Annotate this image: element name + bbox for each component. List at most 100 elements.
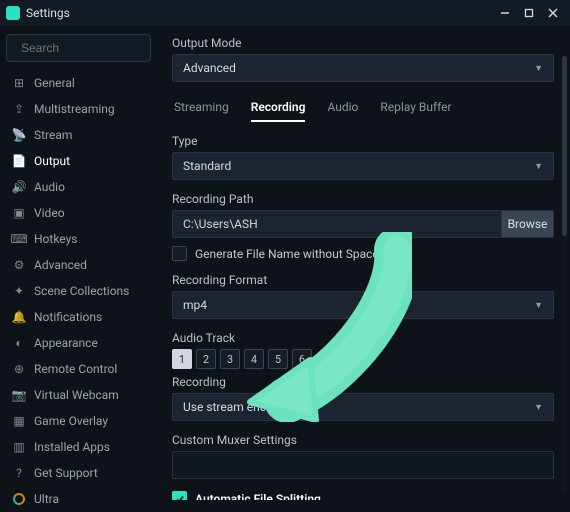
recording-format-label: Recording Format	[172, 273, 554, 287]
type-label: Type	[172, 134, 554, 148]
recording-path-label: Recording Path	[172, 192, 554, 206]
titlebar: Settings	[0, 0, 570, 26]
output-mode-dropdown[interactable]: Advanced ▼	[172, 54, 554, 82]
sidebar-icon: 📷	[12, 388, 26, 402]
search-input[interactable]	[21, 41, 176, 55]
audio-track-6[interactable]: 6	[292, 349, 312, 369]
sidebar-item-label: Notifications	[34, 310, 102, 324]
sidebar-item-label: Advanced	[34, 258, 87, 272]
sidebar-item-label: Output	[34, 154, 70, 168]
tab-replay-buffer[interactable]: Replay Buffer	[380, 100, 451, 122]
type-dropdown[interactable]: Standard ▼	[172, 152, 554, 180]
audio-track-label: Audio Track	[172, 331, 554, 345]
audio-track-5[interactable]: 5	[268, 349, 288, 369]
sidebar-icon: ▣	[12, 206, 26, 220]
sidebar-icon: ⇪	[12, 102, 26, 116]
sidebar-icon: ▥	[12, 440, 26, 454]
sidebar-item-audio[interactable]: 🔊 Audio	[6, 174, 151, 200]
sidebar-item-video[interactable]: ▣ Video	[6, 200, 151, 226]
sidebar-icon: ⌨	[12, 232, 26, 246]
sidebar-icon: ⊕	[12, 362, 26, 376]
sidebar-icon: 📡	[12, 128, 26, 142]
sidebar-item-label: Remote Control	[34, 362, 117, 376]
sidebar: ⊞ General ⇪ Multistreaming 📡 Stream 📄 Output 🔊 Au…	[0, 26, 158, 500]
sidebar-item-label: Stream	[34, 128, 72, 142]
sidebar-item-hotkeys[interactable]: ⌨ Hotkeys	[6, 226, 151, 252]
tab-streaming[interactable]: Streaming	[174, 100, 229, 122]
sidebar-item-remote-control[interactable]: ⊕ Remote Control	[6, 356, 151, 382]
recording-format-dropdown[interactable]: mp4 ▼	[172, 291, 554, 319]
automatic-file-splitting-checkbox[interactable]	[172, 491, 187, 500]
output-mode-value: Advanced	[183, 61, 236, 75]
custom-muxer-input[interactable]	[172, 451, 554, 479]
audio-track-3[interactable]: 3	[220, 349, 240, 369]
recording-encoder-dropdown[interactable]: Use stream encoder ▼	[172, 393, 554, 421]
recording-format-value: mp4	[183, 298, 207, 312]
sidebar-item-label: Get Support	[34, 466, 98, 480]
generate-no-space-checkbox[interactable]	[172, 246, 187, 261]
search-input-wrapper[interactable]	[6, 34, 151, 62]
chevron-down-icon: ▼	[534, 63, 543, 74]
chevron-down-icon: ▼	[534, 300, 543, 311]
sidebar-item-output[interactable]: 📄 Output	[6, 148, 151, 174]
sidebar-item-game-overlay[interactable]: ▦ Game Overlay	[6, 408, 151, 434]
sidebar-item-advanced[interactable]: ⚙ Advanced	[6, 252, 151, 278]
sidebar-item-label: Video	[34, 206, 65, 220]
sidebar-item-label: Multistreaming	[34, 102, 115, 116]
audio-track-4[interactable]: 4	[244, 349, 264, 369]
recording-path-value: C:\Users\ASH	[183, 217, 258, 231]
sidebar-item-scene-collections[interactable]: ✦ Scene Collections	[6, 278, 151, 304]
window-title: Settings	[26, 6, 70, 20]
sidebar-icon: ⊞	[12, 76, 26, 90]
sidebar-item-installed-apps[interactable]: ▥ Installed Apps	[6, 434, 151, 460]
tab-recording[interactable]: Recording	[251, 100, 306, 122]
minimize-button[interactable]	[494, 3, 516, 23]
sidebar-item-get-support[interactable]: ? Get Support	[6, 460, 151, 486]
output-tabs: Streaming Recording Audio Replay Buffer	[174, 100, 554, 122]
tab-audio[interactable]: Audio	[327, 100, 358, 122]
ultra-icon	[12, 493, 26, 505]
type-value: Standard	[183, 159, 231, 173]
scrollbar[interactable]	[562, 56, 567, 494]
sidebar-item-virtual-webcam[interactable]: 📷 Virtual Webcam	[6, 382, 151, 408]
custom-muxer-label: Custom Muxer Settings	[172, 433, 554, 447]
sidebar-item-appearance[interactable]: ◐ Appearance	[6, 330, 151, 356]
app-icon	[6, 6, 20, 20]
sidebar-icon: 🔔	[12, 310, 26, 324]
sidebar-icon: ?	[12, 466, 26, 480]
recording-encoder-label: Recording	[172, 375, 554, 389]
settings-content: Output Mode Advanced ▼ StreamingRecordin…	[158, 26, 570, 500]
sidebar-icon: 📄	[12, 154, 26, 168]
sidebar-item-label: Installed Apps	[34, 440, 110, 454]
recording-encoder-value: Use stream encoder	[183, 400, 290, 414]
sidebar-item-label: Game Overlay	[34, 414, 108, 428]
sidebar-item-label: General	[34, 76, 75, 90]
sidebar-item-general[interactable]: ⊞ General	[6, 70, 151, 96]
sidebar-icon: ✦	[12, 284, 26, 298]
sidebar-icon: ⚙	[12, 258, 26, 272]
sidebar-item-notifications[interactable]: 🔔 Notifications	[6, 304, 151, 330]
sidebar-item-label: Audio	[34, 180, 65, 194]
audio-track-1[interactable]: 1	[172, 349, 192, 369]
chevron-down-icon: ▼	[534, 402, 543, 413]
scrollbar-thumb[interactable]	[562, 56, 567, 236]
sidebar-item-label: Ultra	[34, 492, 59, 506]
sidebar-icon: ▦	[12, 414, 26, 428]
sidebar-icon: 🔊	[12, 180, 26, 194]
recording-path-input[interactable]: C:\Users\ASH	[172, 210, 502, 238]
audio-track-group: 123456	[172, 349, 554, 369]
browse-button[interactable]: Browse	[502, 210, 554, 238]
sidebar-nav: ⊞ General ⇪ Multistreaming 📡 Stream 📄 Output 🔊 Au…	[6, 70, 151, 512]
audio-track-2[interactable]: 2	[196, 349, 216, 369]
sidebar-item-stream[interactable]: 📡 Stream	[6, 122, 151, 148]
sidebar-item-label: Virtual Webcam	[34, 388, 119, 402]
sidebar-item-label: Scene Collections	[34, 284, 129, 298]
close-button[interactable]	[542, 3, 564, 23]
chevron-down-icon: ▼	[534, 161, 543, 172]
sidebar-item-ultra[interactable]: Ultra	[6, 486, 151, 512]
sidebar-item-label: Hotkeys	[34, 232, 77, 246]
sidebar-icon: ◐	[12, 336, 26, 350]
maximize-button[interactable]	[518, 3, 540, 23]
sidebar-item-multistreaming[interactable]: ⇪ Multistreaming	[6, 96, 151, 122]
sidebar-item-label: Appearance	[34, 336, 98, 350]
